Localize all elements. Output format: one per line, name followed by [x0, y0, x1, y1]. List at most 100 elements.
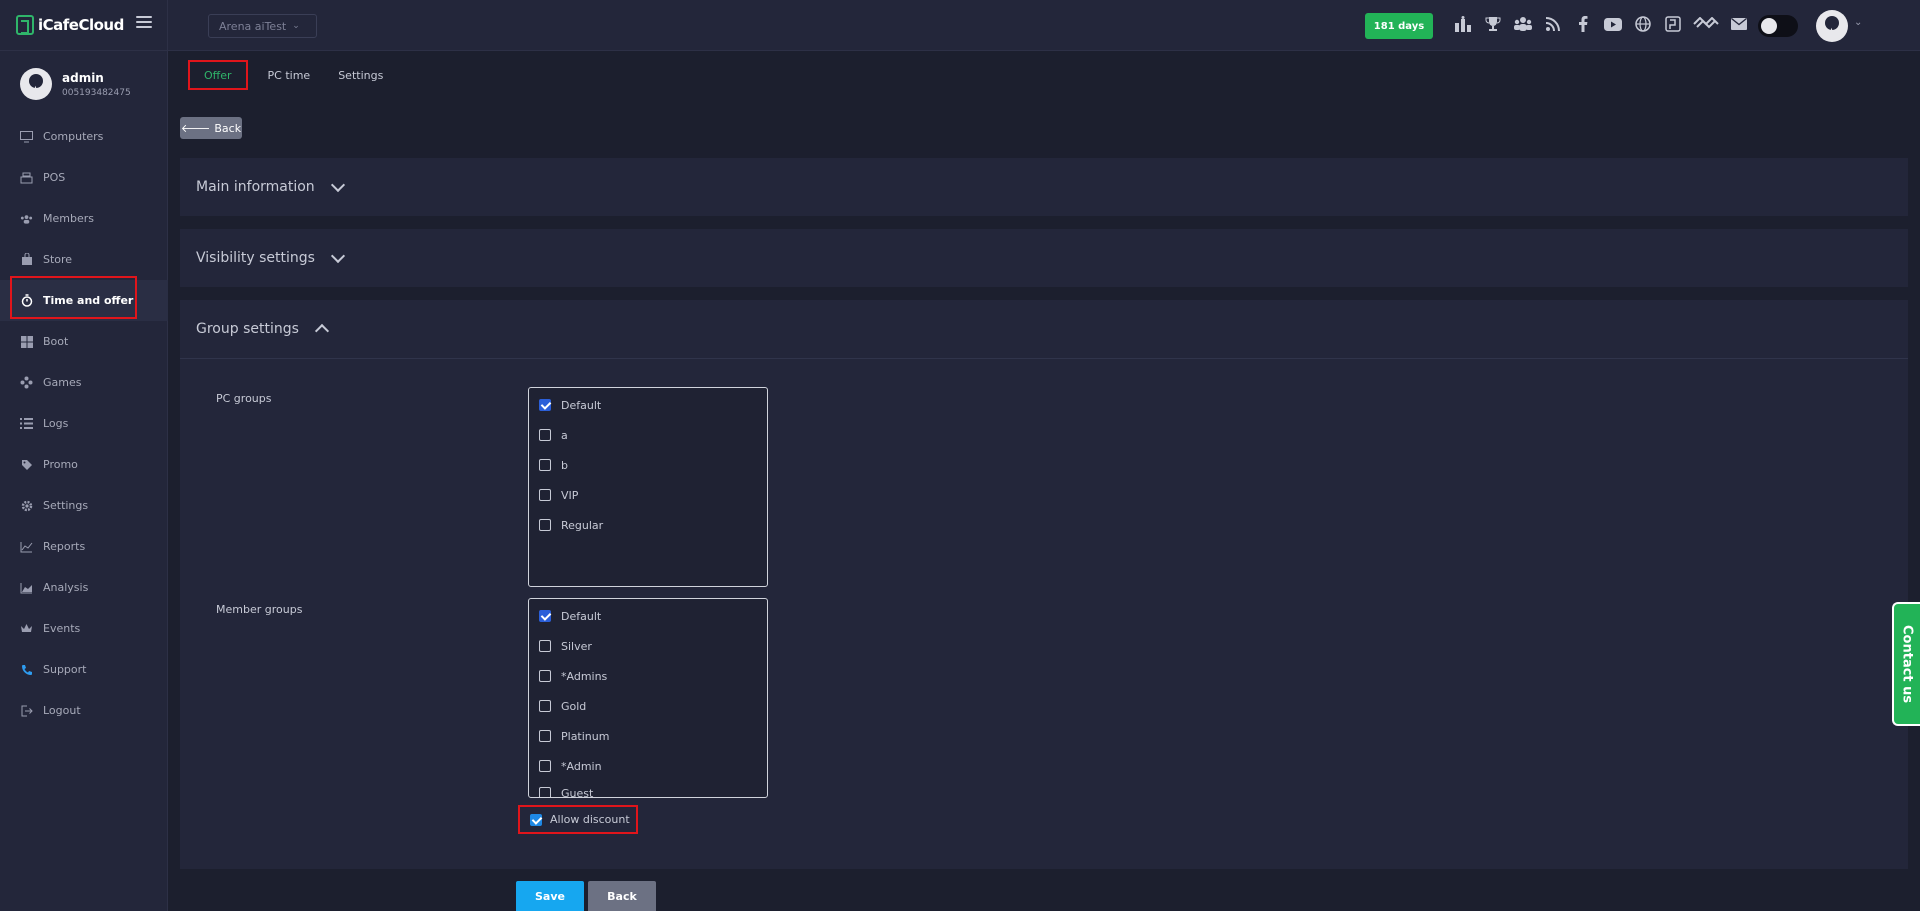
sidebar-item-analysis[interactable]: Analysis	[0, 567, 168, 608]
ranking-icon[interactable]	[1453, 14, 1473, 34]
checkbox[interactable]	[539, 489, 551, 501]
list-item[interactable]: VIP	[529, 480, 767, 510]
list-item[interactable]: a	[529, 420, 767, 450]
checkbox[interactable]	[539, 670, 551, 682]
checkbox[interactable]	[539, 787, 551, 797]
mail-icon[interactable]	[1729, 14, 1749, 34]
sidebar-item-members[interactable]: Members	[0, 198, 168, 239]
sidebar-item-label: Time and offer	[43, 294, 134, 307]
branch-select[interactable]: Arena aiTest ⌄	[208, 14, 317, 38]
rss-icon[interactable]	[1543, 14, 1563, 34]
youtube-icon[interactable]	[1603, 14, 1623, 34]
sidebar-item-label: Analysis	[43, 581, 89, 594]
list-item[interactable]: Gold	[529, 691, 767, 721]
trophy-icon[interactable]	[1483, 14, 1503, 34]
checkbox-checked[interactable]	[539, 610, 551, 622]
option-label: Gold	[561, 699, 587, 713]
list-item[interactable]: Platinum	[529, 721, 767, 751]
user-profile: admin 005193482475	[20, 68, 131, 100]
list-item[interactable]: b	[529, 450, 767, 480]
sidebar-item-label: Events	[43, 622, 81, 635]
list-item[interactable]: Default	[529, 390, 767, 420]
tab-settings[interactable]: Settings	[324, 60, 397, 90]
app-logo[interactable]: iCafeCloud	[16, 14, 124, 36]
option-label: *Admins	[561, 669, 608, 683]
monitor-icon	[20, 130, 33, 143]
sidebar-item-logout[interactable]: Logout	[0, 690, 168, 731]
group-icon[interactable]	[1513, 14, 1533, 34]
sidebar-item-events[interactable]: Events	[0, 608, 168, 649]
save-button[interactable]: Save	[516, 881, 584, 911]
pc-groups-label: PC groups	[216, 392, 272, 405]
member-groups-label: Member groups	[216, 603, 303, 616]
pc-groups-listbox[interactable]: Default a b VIP Regular	[528, 387, 768, 587]
globe-icon[interactable]	[1633, 14, 1653, 34]
facebook-icon[interactable]	[1573, 14, 1593, 34]
sidebar-item-store[interactable]: Store	[0, 239, 168, 280]
list-item[interactable]: *Admin	[529, 751, 767, 781]
sidebar-item-computers[interactable]: Computers	[0, 116, 168, 157]
checkbox[interactable]	[539, 519, 551, 531]
header-avatar[interactable]	[1816, 10, 1848, 42]
hamburger-menu-icon[interactable]	[136, 16, 152, 28]
list-item[interactable]: Regular	[529, 510, 767, 540]
header-icons	[1453, 14, 1749, 34]
arrow-left-icon: 🡐	[180, 122, 211, 135]
app-name: iCafeCloud	[38, 16, 124, 34]
gear-icon	[20, 499, 33, 512]
allow-discount-checkbox[interactable]: Allow discount	[518, 805, 638, 834]
sidebar-item-pos[interactable]: POS	[0, 157, 168, 198]
checkbox[interactable]	[539, 760, 551, 772]
sidebar-item-label: Logout	[43, 704, 81, 717]
sidebar-item-label: Computers	[43, 130, 104, 143]
visibility-settings-panel: Visibility settings	[180, 229, 1908, 287]
phone-icon	[20, 663, 33, 676]
list-item[interactable]: Silver	[529, 631, 767, 661]
sidebar-item-label: Members	[43, 212, 94, 225]
sidebar-item-games[interactable]: Games	[0, 362, 168, 403]
theme-toggle[interactable]	[1758, 15, 1798, 37]
icafe-icon[interactable]	[1663, 14, 1683, 34]
checkbox[interactable]	[539, 700, 551, 712]
sidebar-item-logs[interactable]: Logs	[0, 403, 168, 444]
crown-icon	[20, 622, 33, 635]
register-icon	[20, 171, 33, 184]
tab-offer[interactable]: Offer	[188, 60, 248, 90]
list-item[interactable]: *Admins	[529, 661, 767, 691]
logout-icon	[20, 704, 33, 717]
checkbox[interactable]	[539, 429, 551, 441]
visibility-settings-header[interactable]: Visibility settings	[180, 229, 1908, 287]
checkbox[interactable]	[539, 640, 551, 652]
list-icon	[20, 417, 33, 430]
list-item[interactable]: Default	[529, 601, 767, 631]
sidebar-item-support[interactable]: Support	[0, 649, 168, 690]
main-information-header[interactable]: Main information	[180, 158, 1908, 216]
sidebar-item-settings[interactable]: Settings	[0, 485, 168, 526]
contact-us-label: Contact us	[1899, 624, 1915, 704]
sidebar-item-boot[interactable]: Boot	[0, 321, 168, 362]
checkbox[interactable]	[539, 730, 551, 742]
icafe-logo-icon	[16, 15, 34, 35]
sidebar-nav: Computers POS Members Store Time and off…	[0, 116, 168, 731]
checkbox-checked[interactable]	[539, 399, 551, 411]
tag-icon	[20, 458, 33, 471]
group-settings-header[interactable]: Group settings	[180, 300, 1908, 358]
sidebar-item-time-and-offer[interactable]: Time and offer	[0, 280, 168, 321]
license-days-badge[interactable]: 181 days	[1365, 13, 1433, 39]
handshake-icon[interactable]	[1693, 14, 1719, 34]
sidebar-item-reports[interactable]: Reports	[0, 526, 168, 567]
sidebar-item-promo[interactable]: Promo	[0, 444, 168, 485]
contact-us-button[interactable]: Contact us	[1892, 602, 1920, 726]
list-item[interactable]: Guest	[529, 781, 767, 797]
chevron-down-icon[interactable]: ⌄	[1854, 17, 1862, 28]
checkbox[interactable]	[539, 459, 551, 471]
tab-pc-time[interactable]: PC time	[254, 60, 325, 90]
user-id: 005193482475	[62, 87, 131, 98]
chevron-down-icon: ⌄	[292, 21, 300, 31]
windows-icon	[20, 335, 33, 348]
back-button[interactable]: Back	[588, 881, 656, 911]
checkbox-checked[interactable]	[530, 813, 542, 826]
branch-select-value: Arena aiTest	[219, 19, 287, 33]
member-groups-listbox[interactable]: Default Silver *Admins Gold Platinum *Ad…	[528, 598, 768, 798]
back-button-top[interactable]: 🡐 Back	[180, 117, 242, 139]
